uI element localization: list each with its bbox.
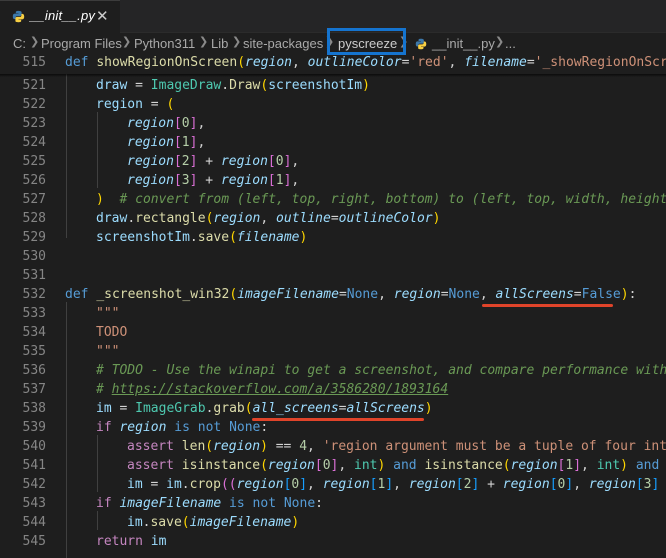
line-number: 528	[22, 211, 46, 226]
line-number: 526	[22, 173, 46, 188]
code-line-534: TODO	[96, 325, 128, 340]
line-number: 527	[22, 192, 46, 207]
code-line-537: # https://stackoverflow.com/a/3586280/18…	[96, 382, 449, 397]
chevron-right-icon: ❯	[122, 35, 132, 48]
code-line-523: region[0],	[127, 116, 206, 131]
code-line-540: assert len(region) == 4, 'region argumen…	[127, 439, 666, 454]
line-number: 531	[22, 268, 46, 283]
code-line-545: return im	[96, 534, 167, 549]
indent-guide	[66, 302, 67, 558]
code-line-535: """	[96, 344, 120, 359]
line-number: 523	[22, 116, 46, 131]
code-editor[interactable]: 515 521 522 523 524 525 526 527 528 529 …	[0, 55, 666, 558]
chevron-right-icon: ❯	[495, 35, 505, 48]
code-line-541: assert isinstance(region[0], int) and is…	[127, 458, 660, 473]
line-number: 533	[22, 306, 46, 321]
code-line-522: region = (	[96, 97, 175, 112]
indent-guide	[66, 74, 67, 238]
chevron-right-icon: ❯	[232, 35, 242, 48]
line-number: 515	[22, 55, 46, 70]
code-line-532: def _screenshot_win32(imageFilename=None…	[65, 287, 637, 302]
chevron-right-icon: ❯	[30, 35, 40, 48]
code-line-539: if region is not None:	[96, 420, 269, 435]
code-line-542: im = im.crop((region[0], region[1], regi…	[127, 477, 660, 492]
code-line-525: region[2] + region[0],	[127, 154, 300, 169]
line-number: 524	[22, 135, 46, 150]
line-number: 537	[22, 382, 46, 397]
indent-guide	[97, 112, 98, 188]
tab-label: __init__.py	[30, 8, 96, 23]
line-number: 536	[22, 363, 46, 378]
line-number: 538	[22, 401, 46, 416]
breadcrumb-item-more[interactable]: ...	[505, 36, 516, 51]
indent-guide	[97, 435, 98, 492]
code-line-526: region[3] + region[1],	[127, 173, 300, 188]
line-number: 539	[22, 420, 46, 435]
chevron-right-icon: ❯	[199, 35, 209, 48]
breadcrumb-highlight-box	[327, 28, 406, 55]
line-number: 530	[22, 249, 46, 264]
code-line-538: im = ImageGrab.grab(all_screens=allScree…	[96, 401, 433, 416]
code-line-521: draw = ImageDraw.Draw(screenshotIm)	[96, 78, 370, 93]
line-number: 532	[22, 287, 46, 302]
line-number: 541	[22, 458, 46, 473]
code-line-524: region[1],	[127, 135, 206, 150]
line-number: 544	[22, 515, 46, 530]
line-number: 525	[22, 154, 46, 169]
python-file-icon	[415, 38, 427, 50]
code-line-515: def showRegionOnScreen(region, outlineCo…	[65, 55, 666, 70]
breadcrumb-item-init-py[interactable]: __init__.py	[432, 36, 495, 51]
code-line-527: ) # convert from (left, top, right, bott…	[96, 192, 666, 207]
line-number: 543	[22, 496, 46, 511]
line-number: 522	[22, 97, 46, 112]
indent-guide	[97, 511, 98, 530]
breadcrumb-item-drive[interactable]: C:	[13, 36, 26, 51]
annotation-underline	[482, 304, 613, 307]
breadcrumb-item-site-packages[interactable]: site-packages	[243, 36, 323, 51]
line-number: 534	[22, 325, 46, 340]
code-line-543: if imageFilename is not None:	[96, 496, 323, 511]
annotation-underline	[252, 418, 424, 421]
python-file-icon	[12, 10, 25, 23]
code-line-533: """	[96, 306, 120, 321]
line-number: 521	[22, 78, 46, 93]
line-number: 540	[22, 439, 46, 454]
breadcrumb-item-python311[interactable]: Python311	[134, 36, 195, 51]
line-number: 545	[22, 534, 46, 549]
code-line-528: draw.rectangle(region, outline=outlineCo…	[96, 211, 441, 226]
comment-link[interactable]: https://stackoverflow.com/a/3586280/1893…	[112, 382, 449, 397]
close-icon[interactable]: ✕	[96, 7, 109, 25]
line-number: 542	[22, 477, 46, 492]
breadcrumb-item-lib[interactable]: Lib	[211, 36, 228, 51]
tab-init-py[interactable]: __init__.py ✕	[0, 0, 120, 33]
code-line-536: # TODO - Use the winapi to get a screens…	[96, 363, 666, 378]
code-line-544: im.save(imageFilename)	[127, 515, 300, 530]
line-number: 529	[22, 230, 46, 245]
breadcrumb-item-program-files[interactable]: Program Files	[41, 36, 122, 51]
code-line-529: screenshotIm.save(filename)	[96, 230, 308, 245]
sticky-scroll-shadow	[0, 74, 666, 77]
line-number: 535	[22, 344, 46, 359]
